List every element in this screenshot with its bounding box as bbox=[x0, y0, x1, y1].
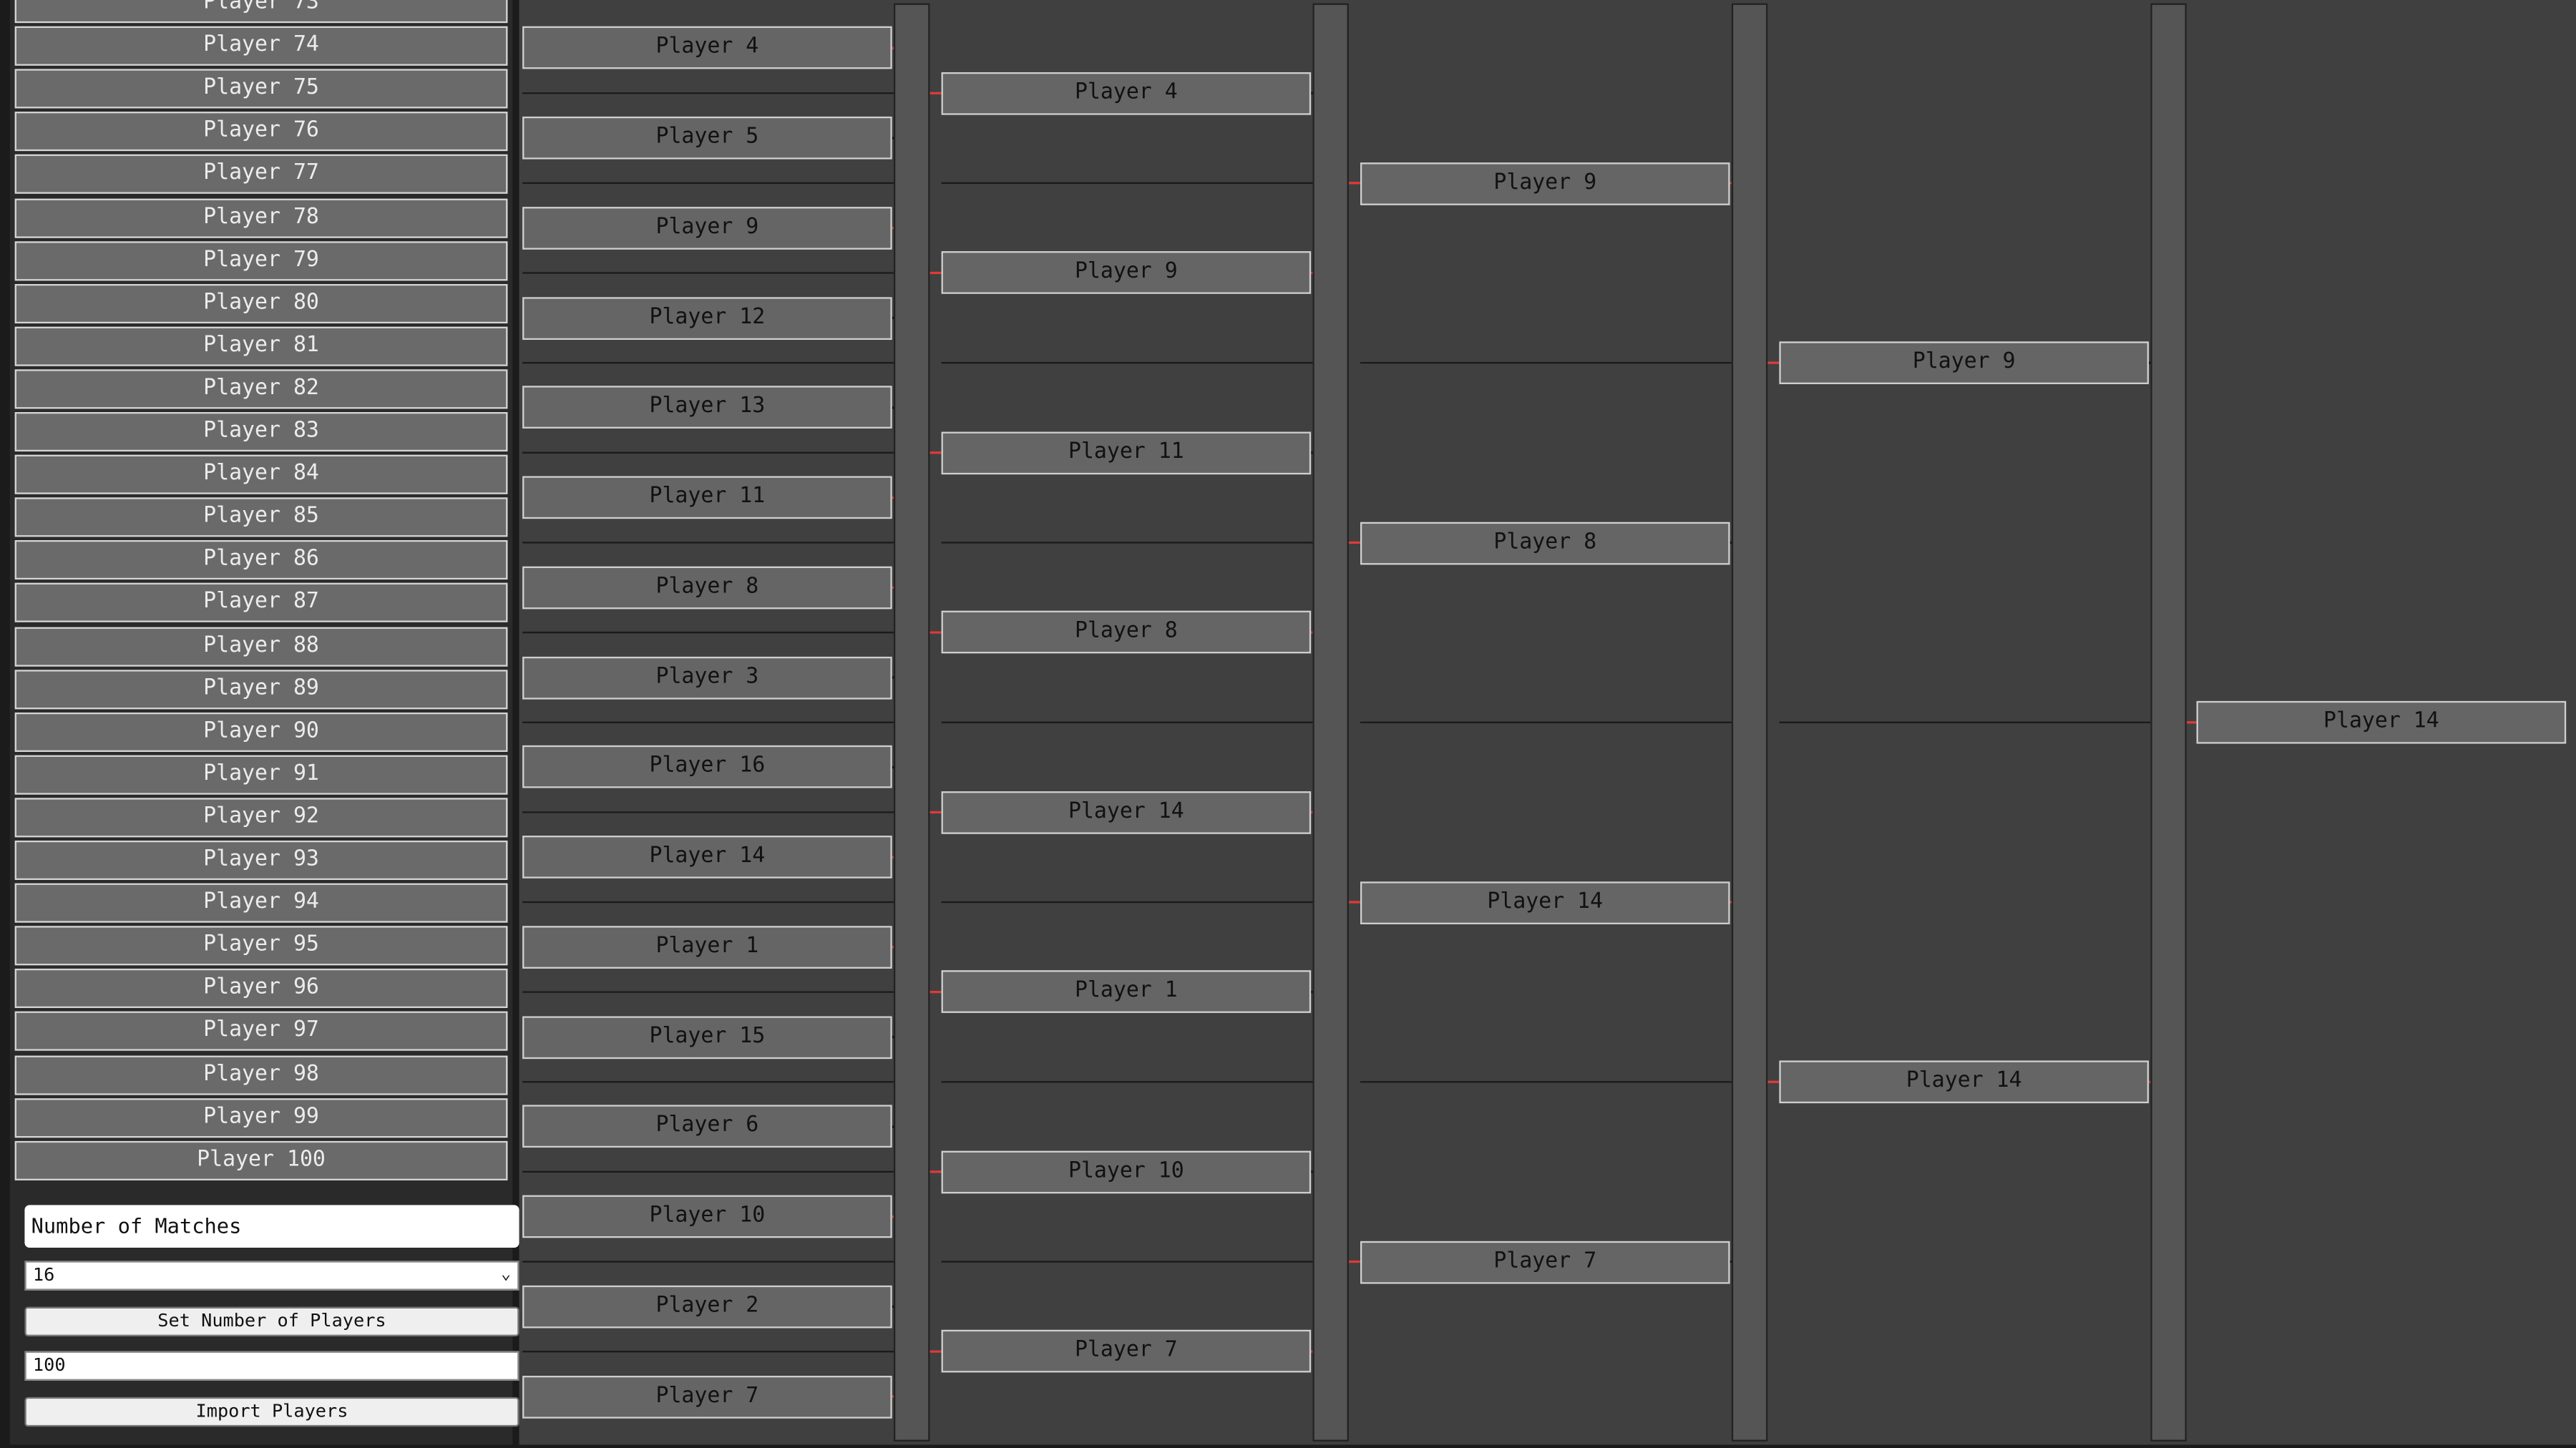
bracket-slot[interactable]: Player 11 bbox=[522, 476, 892, 519]
players-count-input[interactable]: 100 bbox=[24, 1351, 519, 1381]
player-list-item[interactable]: Player 94 bbox=[14, 883, 508, 923]
bracket-slot[interactable]: Player 9 bbox=[1779, 341, 2150, 384]
import-players-button[interactable]: Import Players bbox=[24, 1396, 519, 1427]
bracket-slot[interactable]: Player 8 bbox=[522, 566, 892, 610]
bracket-slot[interactable]: Player 8 bbox=[1360, 521, 1730, 564]
player-list-item[interactable]: Player 86 bbox=[14, 540, 508, 580]
bracket-slot[interactable]: Player 3 bbox=[522, 656, 892, 699]
bracket-slot[interactable]: Player 8 bbox=[941, 611, 1312, 654]
player-list-item[interactable]: Player 85 bbox=[14, 497, 508, 537]
player-list-item[interactable]: Player 81 bbox=[14, 326, 508, 366]
player-list-item[interactable]: Player 97 bbox=[14, 1012, 508, 1052]
app-window: Player 73 Player 74 Player 75 Player 76 Play… bbox=[0, 0, 2576, 1448]
player-list-item[interactable]: Player 83 bbox=[14, 411, 508, 452]
player-list-item[interactable]: Player 75 bbox=[14, 69, 508, 109]
bracket-slot[interactable]: Player 7 bbox=[522, 1375, 892, 1418]
bracket-slot[interactable]: Player 14 bbox=[1779, 1060, 2150, 1104]
set-players-button[interactable]: Set Number of Players bbox=[24, 1306, 519, 1336]
bracket-slot[interactable]: Player 2 bbox=[522, 1285, 892, 1329]
matches-label: Number of Matches bbox=[24, 1205, 519, 1248]
player-list-item[interactable]: Player 80 bbox=[14, 283, 508, 323]
sidebar: Player 73 Player 74 Player 75 Player 76 Play… bbox=[9, 0, 519, 1445]
player-list-item[interactable]: Player 77 bbox=[14, 155, 508, 195]
bracket-slot[interactable]: Player 14 bbox=[941, 791, 1312, 834]
bracket-slot[interactable]: Player 1 bbox=[941, 970, 1312, 1014]
player-list-item[interactable]: Player 89 bbox=[14, 669, 508, 709]
bracket-slot[interactable]: Player 16 bbox=[522, 745, 892, 789]
bracket-slot[interactable]: Player 4 bbox=[522, 26, 892, 70]
bracket-slot[interactable]: Player 10 bbox=[522, 1195, 892, 1238]
player-list-item[interactable]: Player 99 bbox=[14, 1097, 508, 1138]
matches-select[interactable]: 16 ⌄ bbox=[24, 1261, 519, 1291]
bracket-slot[interactable]: Player 7 bbox=[1360, 1240, 1730, 1283]
player-list-item[interactable]: Player 100 bbox=[14, 1140, 508, 1180]
bracket-slot[interactable]: Player 9 bbox=[1360, 162, 1730, 205]
bracket-slot[interactable]: Player 14 bbox=[1360, 881, 1730, 924]
bracket-slot[interactable]: Player 4 bbox=[941, 72, 1312, 115]
bracket-slot[interactable]: Player 5 bbox=[522, 117, 892, 160]
round-separator bbox=[893, 3, 930, 1442]
matches-value: 16 bbox=[32, 1263, 55, 1286]
player-list-item[interactable]: Player 91 bbox=[14, 755, 508, 795]
bracket-slot[interactable]: Player 13 bbox=[522, 386, 892, 429]
bracket-slot[interactable]: Player 14 bbox=[522, 836, 892, 879]
player-list-item[interactable]: Player 88 bbox=[14, 626, 508, 666]
chevron-down-icon: ⌄ bbox=[501, 1266, 512, 1284]
player-list-item[interactable]: Player 84 bbox=[14, 454, 508, 494]
bracket-slot[interactable]: Player 9 bbox=[522, 206, 892, 250]
player-list-item[interactable]: Player 93 bbox=[14, 840, 508, 881]
round-separator bbox=[2150, 3, 2187, 1442]
player-list-item[interactable]: Player 78 bbox=[14, 197, 508, 238]
player-list-item[interactable]: Player 90 bbox=[14, 712, 508, 752]
round-separator bbox=[1731, 3, 1768, 1442]
bracket-slot[interactable]: Player 1 bbox=[522, 925, 892, 969]
player-list-item[interactable]: Player 82 bbox=[14, 369, 508, 409]
bracket-slot[interactable]: Player 15 bbox=[522, 1015, 892, 1059]
bracket-slot[interactable]: Player 9 bbox=[941, 251, 1312, 295]
player-list-item[interactable]: Player 87 bbox=[14, 583, 508, 623]
player-list-item[interactable]: Player 98 bbox=[14, 1055, 508, 1095]
player-list-item[interactable]: Player 73 bbox=[14, 0, 508, 24]
player-list-item[interactable]: Player 96 bbox=[14, 969, 508, 1009]
bracket-slot[interactable]: Player 12 bbox=[522, 296, 892, 340]
bracket-slot[interactable]: Player 6 bbox=[522, 1105, 892, 1148]
bracket-slot[interactable]: Player 11 bbox=[941, 431, 1312, 474]
player-list-item[interactable]: Player 92 bbox=[14, 798, 508, 838]
player-list[interactable]: Player 73 Player 74 Player 75 Player 76 Play… bbox=[13, 0, 509, 1185]
player-list-item[interactable]: Player 74 bbox=[14, 26, 508, 67]
player-list-item[interactable]: Player 95 bbox=[14, 926, 508, 966]
player-list-item[interactable]: Player 79 bbox=[14, 240, 508, 280]
bracket-slot[interactable]: Player 14 bbox=[2196, 700, 2567, 744]
bracket-slot[interactable]: Player 10 bbox=[941, 1150, 1312, 1193]
bracket-slot[interactable]: Player 7 bbox=[941, 1330, 1312, 1374]
bracket: Player 4 Player 5 Player 9 Player 12 Player … bbox=[519, 0, 2576, 1445]
player-list-item[interactable]: Player 76 bbox=[14, 112, 508, 152]
round-separator bbox=[1312, 3, 1349, 1442]
